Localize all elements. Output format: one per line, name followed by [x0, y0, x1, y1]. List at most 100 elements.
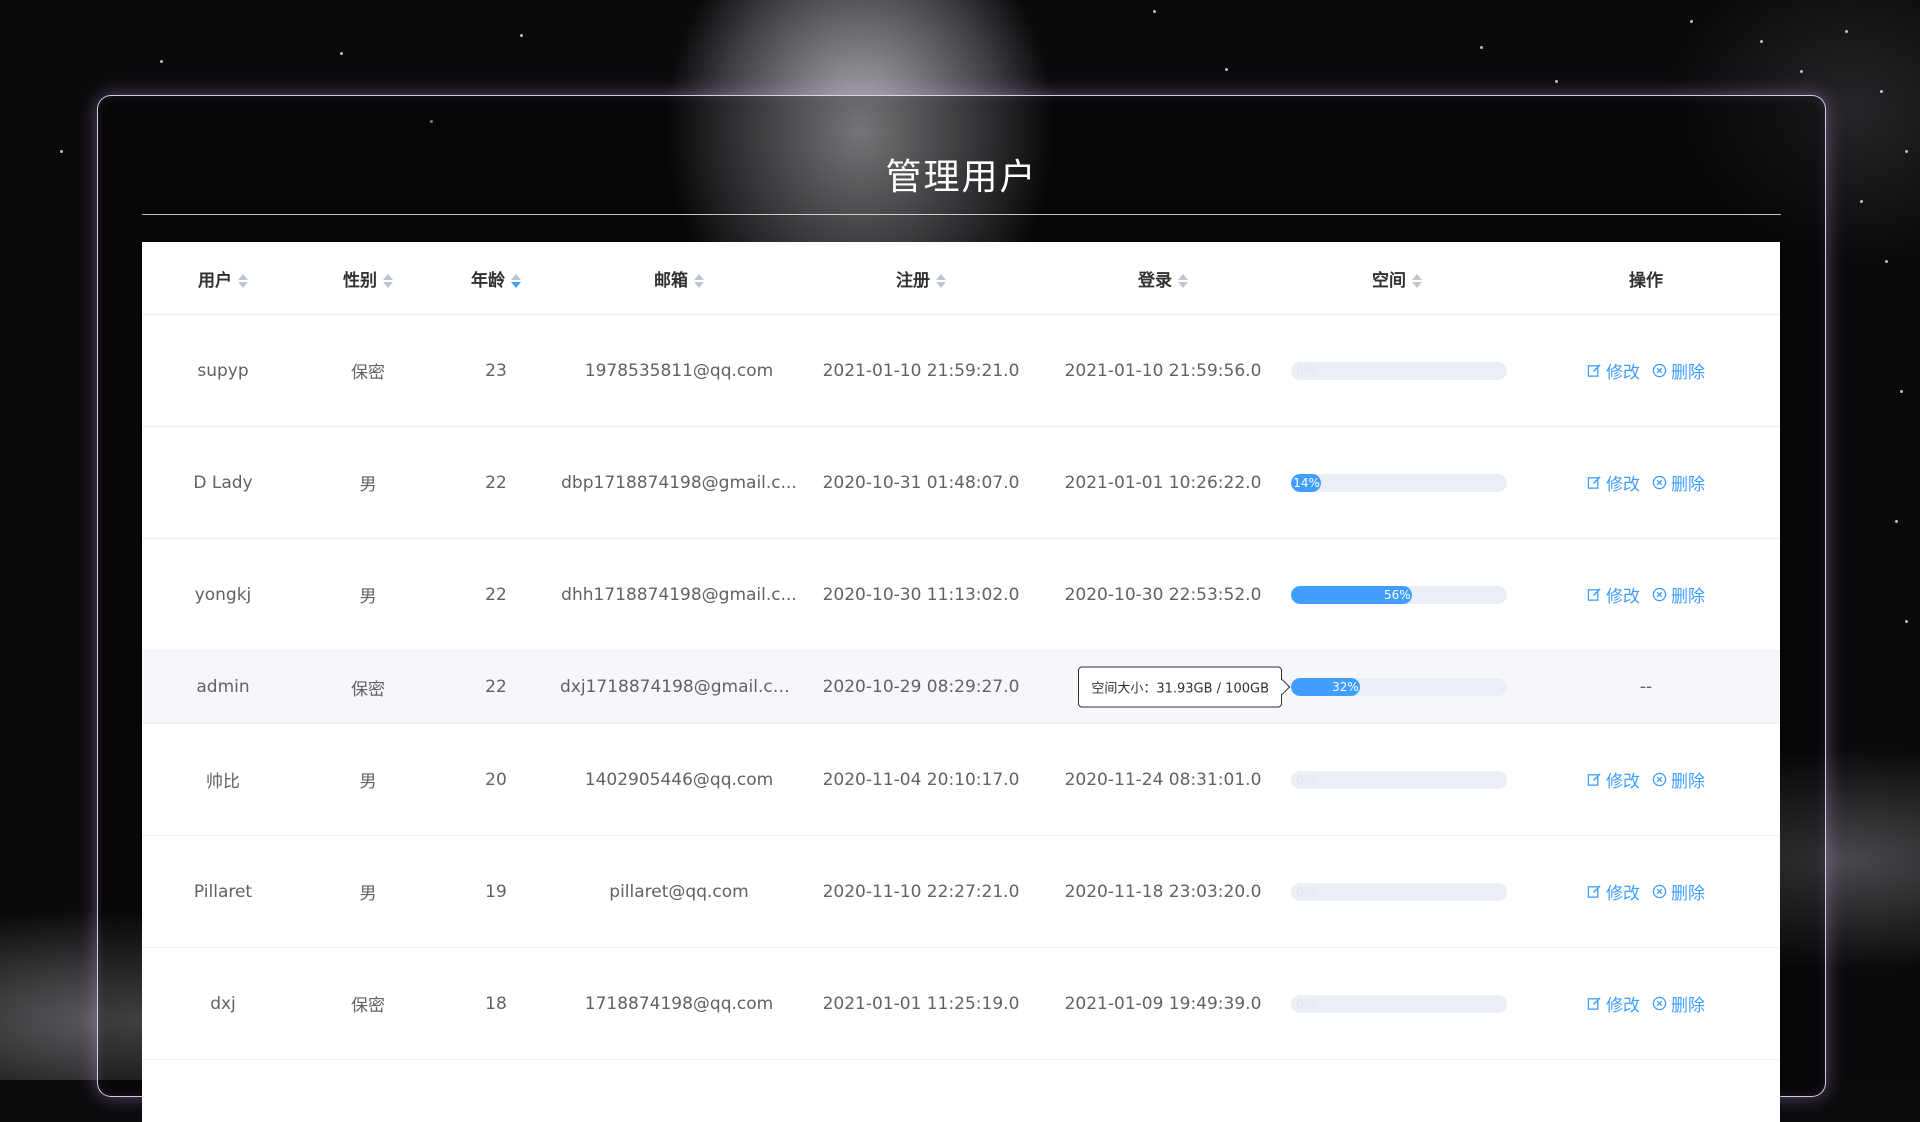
cell-login: 2021-01-09 19:49:39.0 [1044, 947, 1282, 1060]
cell-register: 2020-10-29 08:29:27.0 [798, 650, 1044, 724]
space-progress-bar[interactable]: 0% [1291, 770, 1507, 789]
cell-email: pillaret@qq.com [560, 835, 798, 948]
cell-space: 0% [1282, 723, 1512, 836]
star-dot [60, 150, 63, 153]
cell-age: 20 [432, 723, 560, 836]
ops-placeholder: -- [1639, 677, 1653, 697]
star-dot [1895, 520, 1898, 523]
space-progress-bar[interactable]: 56% [1291, 585, 1507, 604]
space-progress-text: 0% [1296, 363, 1316, 378]
table-row[interactable]: dxj 保密 18 1718874198@qq.com 2021-01-01 1… [142, 947, 1780, 1060]
sort-icon[interactable] [1178, 273, 1188, 289]
space-progress-text: 32% [1332, 680, 1359, 694]
cell-age: 22 [432, 538, 560, 651]
delete-circle-icon [1652, 996, 1667, 1011]
cell-gender: 男 [304, 426, 432, 539]
column-header-space[interactable]: 空间 [1282, 242, 1512, 315]
star-dot [1800, 70, 1803, 73]
sort-icon-active[interactable] [511, 273, 521, 289]
edit-icon [1587, 476, 1601, 489]
column-header-email[interactable]: 邮箱 [560, 242, 798, 315]
edit-button[interactable]: 修改 [1587, 767, 1640, 792]
table-row[interactable]: Pillaret 男 19 pillaret@qq.com 2020-11-10… [142, 835, 1780, 948]
star-dot [1225, 68, 1228, 71]
sort-icon[interactable] [694, 273, 704, 289]
cell-email: dbp1718874198@gmail.c... [560, 426, 798, 539]
edit-button[interactable]: 修改 [1587, 879, 1640, 904]
sort-icon[interactable] [383, 273, 393, 289]
table-row[interactable]: supyp 保密 23 1978535811@qq.com 2021-01-10… [142, 314, 1780, 427]
delete-circle-icon [1652, 587, 1667, 602]
space-progress-text: 14% [1293, 475, 1320, 490]
cell-login: 2020-11-18 23:03:20.0 [1044, 835, 1282, 948]
delete-button[interactable]: 删除 [1652, 358, 1705, 383]
cell-space: 0% [1282, 835, 1512, 948]
users-table: 用户 性别 年龄 邮箱 注册 登录 空间 操作 supyp 保密 23 1978… [142, 242, 1780, 1122]
column-header-age[interactable]: 年龄 [432, 242, 560, 315]
star-dot [1905, 620, 1908, 623]
cell-login: 2021-01-01 10:26:22.0 [1044, 426, 1282, 539]
cell-email: dxj1718874198@gmail.com [560, 650, 798, 724]
column-header-register[interactable]: 注册 [798, 242, 1044, 315]
cell-space: 0% [1282, 314, 1512, 427]
delete-circle-icon [1652, 884, 1667, 899]
cell-ops: 修改 删除 [1512, 947, 1780, 1060]
delete-button[interactable]: 删除 [1652, 767, 1705, 792]
edit-button[interactable]: 修改 [1587, 470, 1640, 495]
cell-ops: -- [1512, 650, 1780, 724]
cell-space: 14% [1282, 426, 1512, 539]
star-dot [1690, 20, 1693, 23]
cell-age: 19 [432, 835, 560, 948]
table-row[interactable]: 帅比 男 20 1402905446@qq.com 2020-11-04 20:… [142, 723, 1780, 836]
column-header-login[interactable]: 登录 [1044, 242, 1282, 315]
cell-user: dxj [142, 947, 304, 1060]
cell-register: 2020-10-30 11:13:02.0 [798, 538, 1044, 651]
star-dot [1885, 260, 1888, 263]
sort-icon[interactable] [936, 273, 946, 289]
delete-button[interactable]: 删除 [1652, 582, 1705, 607]
edit-button[interactable]: 修改 [1587, 991, 1640, 1016]
table-row[interactable]: admin 保密 22 dxj1718874198@gmail.com 2020… [142, 650, 1780, 724]
cell-gender: 男 [304, 538, 432, 651]
space-progress-text: 0% [1296, 772, 1316, 787]
cell-email: 1978535811@qq.com [560, 314, 798, 427]
delete-button[interactable]: 删除 [1652, 470, 1705, 495]
table-row[interactable]: yongkj 男 22 dhh1718874198@gmail.c... 202… [142, 538, 1780, 651]
column-header-gender[interactable]: 性别 [304, 242, 432, 315]
space-progress-bar[interactable]: 14% [1291, 473, 1507, 492]
star-dot [160, 60, 163, 63]
star-dot [1900, 390, 1903, 393]
star-dot [1153, 10, 1156, 13]
star-dot [1845, 30, 1848, 33]
cell-gender: 男 [304, 723, 432, 836]
space-progress-bar[interactable]: 0% [1291, 361, 1507, 380]
star-dot [1860, 200, 1863, 203]
star-dot [1480, 46, 1483, 49]
cell-space: 空间大小：31.93GB / 100GB 32% [1078, 650, 1512, 724]
delete-button[interactable]: 删除 [1652, 879, 1705, 904]
space-progress-bar[interactable]: 0% [1291, 882, 1507, 901]
cell-space: 56% [1282, 538, 1512, 651]
star-dot [1880, 90, 1883, 93]
cell-user: supyp [142, 314, 304, 427]
space-progress-bar[interactable]: 0% [1291, 994, 1507, 1013]
space-tooltip: 空间大小：31.93GB / 100GB [1078, 666, 1282, 708]
table-row[interactable]: D Lady 男 22 dbp1718874198@gmail.c... 202… [142, 426, 1780, 539]
cell-email: 1402905446@qq.com [560, 723, 798, 836]
edit-icon [1587, 773, 1601, 786]
space-progress-text: 56% [1383, 587, 1411, 602]
edit-button[interactable]: 修改 [1587, 582, 1640, 607]
admin-panel: 管理用户 用户 性别 年龄 邮箱 注册 登录 空间 操作 supyp 保密 23… [97, 95, 1826, 1122]
delete-button[interactable]: 删除 [1652, 991, 1705, 1016]
cell-email: dhh1718874198@gmail.c... [560, 538, 798, 651]
sort-icon[interactable] [1412, 273, 1422, 289]
cell-user: Pillaret [142, 835, 304, 948]
space-progress-bar[interactable]: 32% [1291, 678, 1507, 696]
cell-email: 1718874198@qq.com [560, 947, 798, 1060]
cell-gender: 保密 [304, 947, 432, 1060]
cell-gender: 保密 [304, 650, 432, 724]
cell-register: 2020-11-10 22:27:21.0 [798, 835, 1044, 948]
edit-button[interactable]: 修改 [1587, 358, 1640, 383]
column-header-user[interactable]: 用户 [142, 242, 304, 315]
sort-icon[interactable] [238, 273, 248, 289]
